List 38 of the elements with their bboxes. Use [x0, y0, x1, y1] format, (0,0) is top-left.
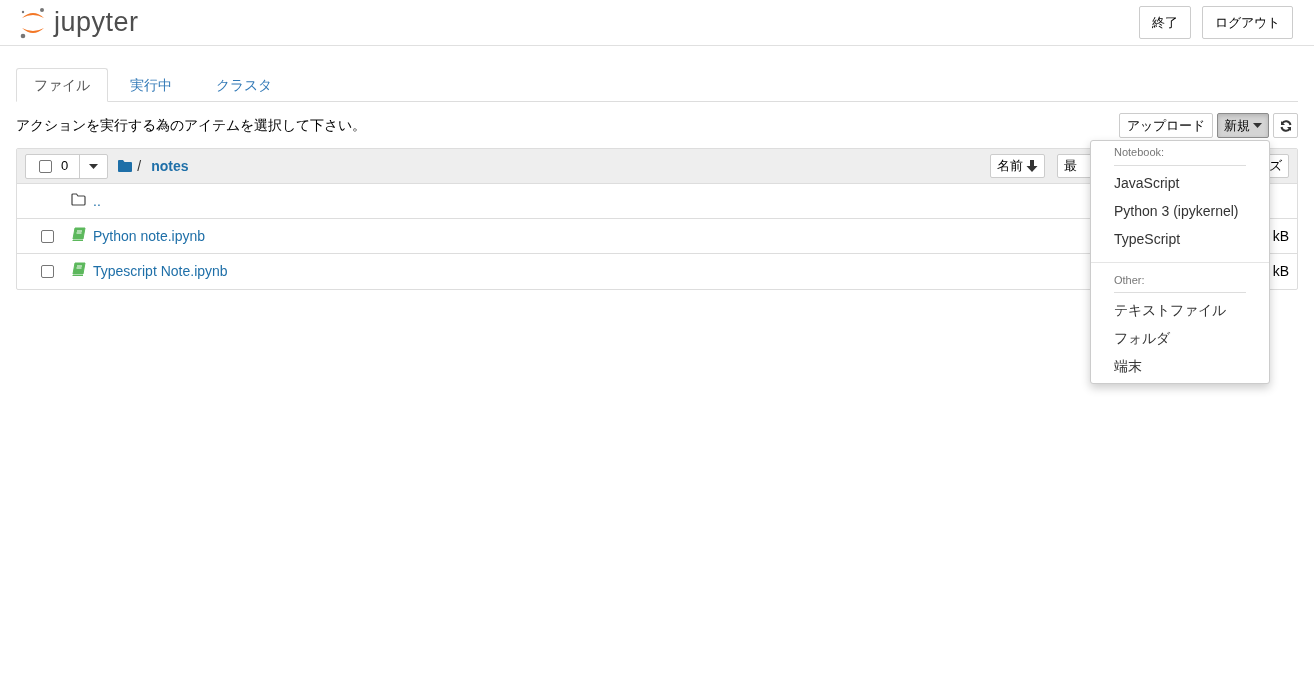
menu-item[interactable]: 端末 [1091, 352, 1269, 380]
notebook-icon [71, 226, 86, 242]
header-button[interactable]: ログアウト [1202, 6, 1293, 39]
instruction-text: アクションを実行する為のアイテムを選択して下さい。 [16, 116, 366, 135]
caret-icon [1253, 123, 1262, 128]
tab[interactable]: クラスタ [194, 68, 294, 102]
tab[interactable]: 実行中 [108, 68, 194, 102]
notebook-icon [71, 262, 86, 277]
folder-icon [71, 192, 86, 206]
file-link[interactable]: .. [93, 190, 101, 212]
new-button[interactable]: 新規 [1217, 113, 1269, 138]
file-size: kB [1272, 262, 1289, 281]
select-all-control[interactable]: 0 [25, 153, 109, 179]
upload-button[interactable]: アップロード [1119, 113, 1213, 138]
header-button[interactable]: 終了 [1139, 6, 1191, 39]
menu-item[interactable]: TypeScript [1091, 224, 1269, 253]
menu-item[interactable]: テキストファイル [1091, 296, 1269, 324]
checkbox[interactable] [41, 229, 54, 243]
menu-heading: Other: [1114, 271, 1246, 293]
file-size: kB [1272, 226, 1289, 246]
folder-icon [118, 160, 133, 172]
refresh-icon [1279, 119, 1292, 132]
sort-button[interactable]: 名前 [990, 154, 1045, 178]
checkbox[interactable] [41, 265, 54, 278]
breadcrumb-separator: / [137, 156, 142, 176]
logo-icon [20, 6, 46, 39]
tab[interactable]: ファイル [16, 68, 108, 102]
checkbox[interactable] [39, 159, 52, 173]
file-link[interactable]: Python note.ipynb [93, 225, 206, 247]
menu-heading: Notebook: [1114, 144, 1246, 166]
selected-count: 0 [61, 157, 69, 176]
refresh-button[interactable] [1273, 113, 1298, 138]
caret-icon [89, 163, 99, 169]
logo-text: jupyter [54, 9, 139, 36]
menu-item[interactable]: Python 3 (ipykernel) [1091, 196, 1269, 225]
file-link[interactable]: Typescript Note.ipynb [93, 261, 228, 282]
breadcrumb-link[interactable]: notes [151, 155, 189, 177]
menu-item[interactable]: フォルダ [1091, 324, 1269, 352]
